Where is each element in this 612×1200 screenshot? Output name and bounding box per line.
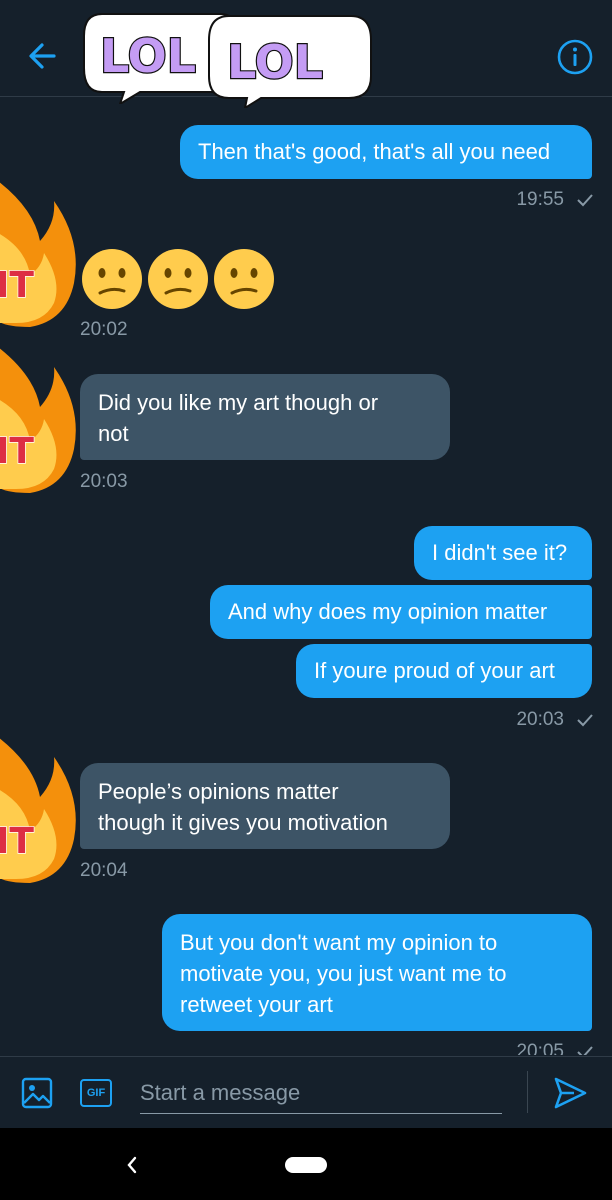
lol-sticker-2: LOL — [208, 15, 372, 108]
message-timestamp: 20:03 — [516, 709, 564, 730]
message-text-line: though it gives you motivation — [98, 810, 388, 835]
image-icon[interactable] — [20, 1076, 54, 1110]
outgoing-message[interactable]: And why does my opinion matter — [210, 585, 592, 639]
message-text-line: Did you like my art though or — [98, 390, 379, 415]
incoming-message[interactable]: People’s opinions matter though it gives… — [80, 763, 450, 849]
message-text: If youre proud of your art — [314, 658, 555, 683]
message-timestamp: 20:03 — [80, 471, 128, 492]
outgoing-message[interactable]: I didn't see it? — [414, 526, 592, 580]
message-text-line: But you don't want my opinion to — [180, 930, 498, 955]
sent-check-icon — [577, 714, 593, 727]
nav-home-pill[interactable] — [285, 1157, 327, 1173]
message-timestamp: 19:55 — [516, 189, 564, 210]
nav-back-icon[interactable] — [124, 1154, 140, 1176]
conversation-header: LOL LOL — [0, 0, 612, 108]
incoming-message[interactable]: Did you like my art though or not — [80, 374, 450, 460]
message-list[interactable]: Then that's good, that's all you need 19… — [0, 97, 612, 1055]
fire-avatar-icon[interactable]: IT — [0, 337, 78, 497]
message-text: Then that's good, that's all you need — [198, 139, 551, 164]
message-text-line: not — [98, 421, 129, 446]
composer-divider — [527, 1071, 528, 1113]
sticker-text: LOL — [100, 29, 196, 83]
outgoing-message[interactable]: Then that's good, that's all you need — [180, 125, 592, 179]
fire-avatar-icon[interactable]: IT — [0, 727, 78, 887]
avatar-text: IT — [0, 821, 34, 862]
message-timestamp: 20:05 — [516, 1041, 564, 1055]
avatar-text: IT — [0, 431, 34, 472]
message-text-line: People’s opinions matter — [98, 779, 339, 804]
send-icon[interactable] — [552, 1075, 588, 1111]
outgoing-message[interactable]: But you don't want my opinion to motivat… — [162, 914, 592, 1031]
sent-check-icon — [577, 1046, 593, 1055]
outgoing-message[interactable]: If youre proud of your art — [296, 644, 592, 698]
message-input[interactable] — [140, 1073, 502, 1114]
message-text-line: retweet your art — [180, 992, 333, 1017]
confused-face-icon — [82, 249, 274, 309]
message-timestamp: 20:02 — [80, 319, 128, 340]
sticker-text: LOL — [227, 35, 323, 89]
info-icon[interactable] — [556, 38, 594, 76]
fire-avatar-icon[interactable]: IT — [0, 171, 78, 331]
system-navigation-bar — [0, 1128, 612, 1200]
sent-check-icon — [577, 194, 593, 207]
message-timestamp: 20:04 — [80, 860, 128, 881]
emoji-message[interactable] — [80, 247, 276, 316]
message-text: And why does my opinion matter — [228, 599, 548, 624]
message-text-line: motivate you, you just want me to — [180, 961, 507, 986]
avatar-text: IT — [0, 265, 34, 306]
back-arrow-icon[interactable] — [24, 36, 60, 76]
message-composer: GIF — [0, 1056, 612, 1129]
gif-button[interactable]: GIF — [80, 1079, 112, 1107]
message-text: I didn't see it? — [432, 540, 568, 565]
